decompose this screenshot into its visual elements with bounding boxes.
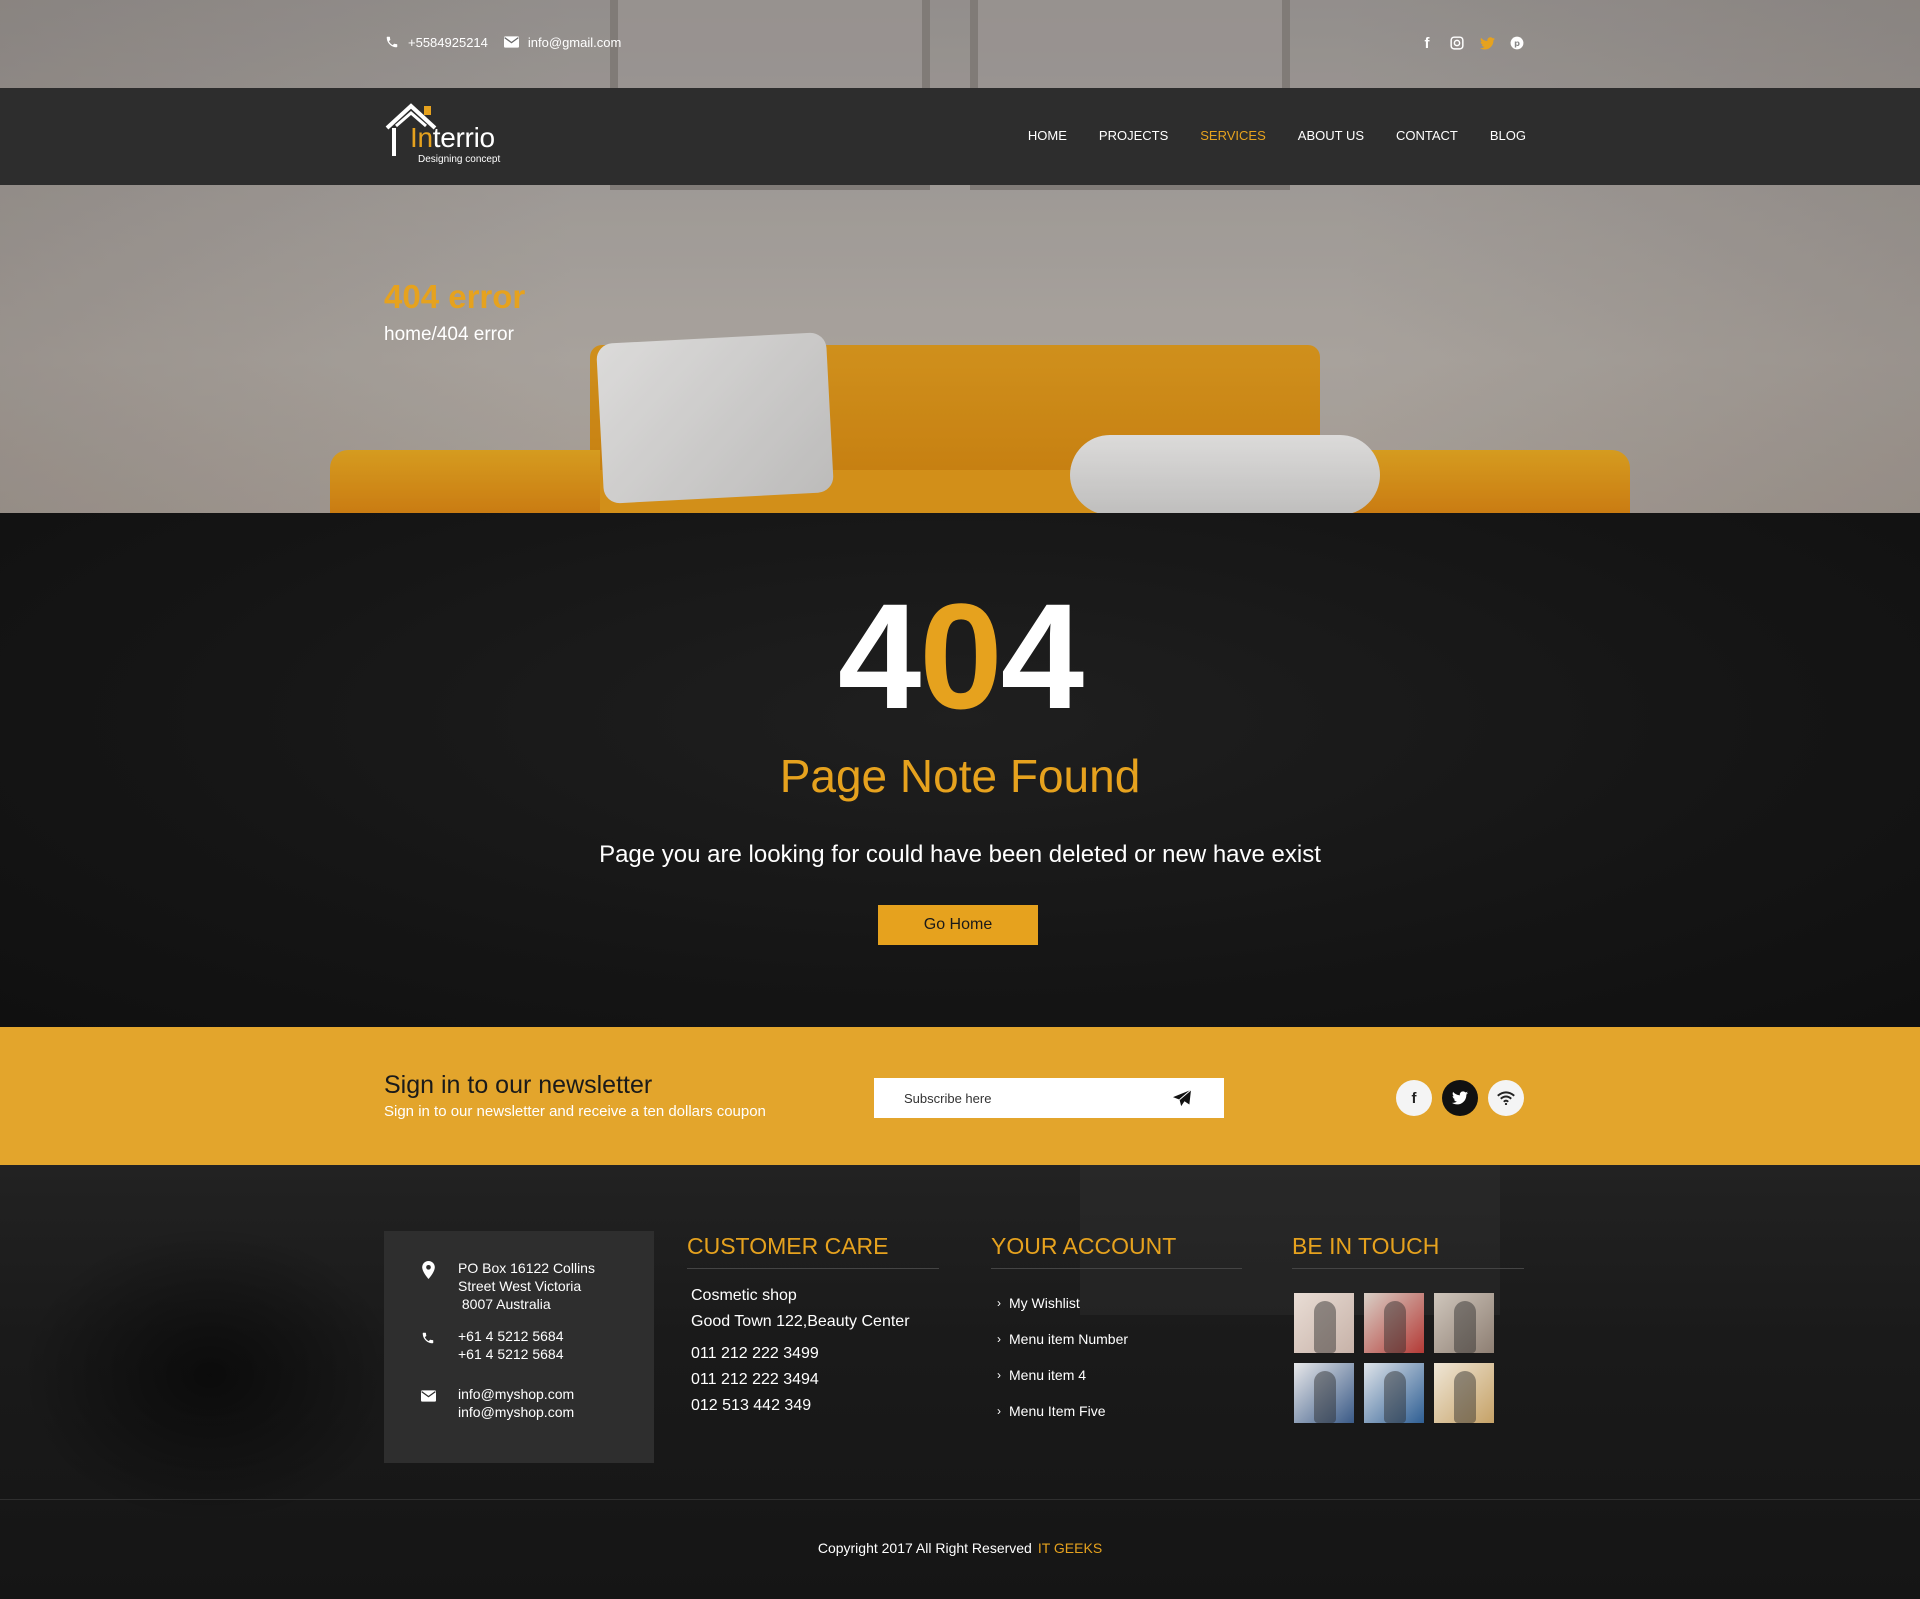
copyright-brand-link[interactable]: IT GEEKS	[1038, 1540, 1102, 1556]
email-row: info@myshop.com info@myshop.com	[420, 1385, 574, 1421]
page-heading: 404 error home/404 error	[384, 278, 525, 346]
address-line: PO Box 16122 Collins	[458, 1260, 595, 1276]
contact-info: +5584925214 info@gmail.com	[384, 34, 637, 50]
account-link[interactable]: › Menu item 4	[997, 1357, 1242, 1393]
footer-divider	[0, 1499, 1920, 1500]
page-title: 404 error	[384, 278, 526, 315]
address-line: Street West Victoria	[458, 1278, 582, 1294]
email-contact[interactable]: info@gmail.com	[504, 34, 621, 50]
photo-gallery	[1292, 1293, 1524, 1423]
gallery-thumbnail[interactable]	[1294, 1363, 1354, 1423]
error-message: Page you are looking for could have been…	[599, 841, 1321, 868]
newsletter-subtitle: Sign in to our newsletter and receive a …	[384, 1103, 766, 1120]
your-account-column: YOUR ACCOUNT › My Wishlist › Menu item Num…	[991, 1233, 1242, 1429]
subscribe-form	[874, 1078, 1224, 1118]
nav-projects[interactable]: PROJECTS	[1099, 128, 1168, 143]
wifi-icon[interactable]	[1488, 1080, 1524, 1116]
top-social-links: f p	[1418, 34, 1526, 52]
chevron-right-icon: ›	[997, 1404, 1001, 1418]
customer-care-phone: 011 212 222 3494	[691, 1371, 819, 1388]
be-in-touch-column: BE IN TOUCH	[1292, 1233, 1524, 1423]
phone-icon	[420, 1329, 436, 1347]
account-link[interactable]: › Menu Item Five	[997, 1393, 1242, 1429]
account-links: › My Wishlist › Menu item Number › Menu ite…	[991, 1285, 1242, 1429]
envelope-icon	[504, 34, 520, 50]
customer-care-line: Cosmetic shop	[691, 1287, 797, 1304]
address-line: 8007 Australia	[458, 1296, 551, 1312]
newsletter-social-links: f	[1396, 1080, 1524, 1116]
nav-home[interactable]: HOME	[1028, 128, 1067, 143]
account-link[interactable]: › Menu item Number	[997, 1321, 1242, 1357]
phone-row: +61 4 5212 5684 +61 4 5212 5684	[420, 1327, 564, 1363]
customer-care-phone: 012 513 442 349	[691, 1397, 812, 1414]
newsletter-section: Sign in to our newsletter Sign in to our…	[0, 1027, 1920, 1165]
envelope-icon	[420, 1387, 436, 1405]
copyright: Copyright 2017 All Right Reserved IT GEEK…	[0, 1540, 1920, 1556]
brand-name: Interrio	[410, 122, 495, 153]
gallery-thumbnail[interactable]	[1434, 1293, 1494, 1353]
gallery-thumbnail[interactable]	[1294, 1293, 1354, 1353]
newsletter-title: Sign in to our newsletter	[384, 1071, 653, 1099]
twitter-icon[interactable]	[1478, 34, 1496, 52]
hero-banner: +5584925214 info@gmail.com f p Interrio …	[0, 0, 1920, 513]
phone-contact[interactable]: +5584925214	[384, 34, 488, 50]
nav-services[interactable]: SERVICES	[1200, 128, 1266, 143]
phone-line: +61 4 5212 5684	[458, 1346, 564, 1362]
facebook-icon[interactable]: f	[1396, 1080, 1432, 1116]
chevron-right-icon: ›	[997, 1368, 1001, 1382]
primary-nav: HOME PROJECTS SERVICES ABOUT US CONTACT …	[1028, 128, 1526, 143]
nav-about-us[interactable]: ABOUT US	[1298, 128, 1364, 143]
nav-contact[interactable]: CONTACT	[1396, 128, 1458, 143]
breadcrumb: home/404 error	[384, 324, 514, 345]
gallery-thumbnail[interactable]	[1434, 1363, 1494, 1423]
be-in-touch-title: BE IN TOUCH	[1292, 1233, 1524, 1269]
contact-address-box: PO Box 16122 Collins Street West Victori…	[384, 1231, 654, 1463]
phone-number: +5584925214	[408, 34, 488, 50]
subscribe-input[interactable]	[874, 1078, 1160, 1118]
chevron-right-icon: ›	[997, 1296, 1001, 1310]
facebook-icon[interactable]: f	[1418, 34, 1436, 52]
copyright-text: Copyright 2017 All Right Reserved	[817, 1540, 1032, 1556]
pinterest-icon[interactable]: p	[1508, 34, 1526, 52]
site-logo[interactable]: Interrio Designing concept	[384, 102, 524, 172]
svg-text:p: p	[1514, 38, 1520, 48]
customer-care-line: Good Town 122,Beauty Center	[691, 1313, 910, 1330]
nav-blog[interactable]: BLOG	[1490, 128, 1526, 143]
customer-care-column: CUSTOMER CARE Cosmetic shop Good Town 12…	[687, 1233, 939, 1419]
twitter-icon[interactable]	[1442, 1080, 1478, 1116]
send-icon[interactable]	[1160, 1078, 1204, 1118]
error-section: 404 Page Note Found Page you are looking…	[0, 513, 1920, 1027]
location-pin-icon	[420, 1261, 436, 1279]
address-row: PO Box 16122 Collins Street West Victori…	[420, 1259, 595, 1313]
gallery-thumbnail[interactable]	[1364, 1293, 1424, 1353]
phone-icon	[384, 34, 400, 50]
error-code: 404	[837, 572, 1084, 740]
email-line[interactable]: info@myshop.com	[458, 1385, 574, 1403]
site-footer: PO Box 16122 Collins Street West Victori…	[0, 1165, 1920, 1599]
go-home-button[interactable]: Go Home	[878, 905, 1038, 945]
account-link[interactable]: › My Wishlist	[997, 1285, 1242, 1321]
error-heading: Page Note Found	[779, 750, 1141, 802]
customer-care-phone: 011 212 222 3499	[691, 1345, 819, 1362]
phone-line: +61 4 5212 5684	[458, 1328, 564, 1344]
gallery-thumbnail[interactable]	[1364, 1363, 1424, 1423]
customer-care-title: CUSTOMER CARE	[687, 1233, 939, 1269]
main-navbar: Interrio Designing concept HOME PROJECTS…	[0, 88, 1920, 185]
brand-tagline: Designing concept	[418, 154, 501, 165]
chevron-right-icon: ›	[997, 1332, 1001, 1346]
email-address: info@gmail.com	[527, 34, 622, 50]
top-contact-bar: +5584925214 info@gmail.com f p	[0, 0, 1920, 88]
your-account-title: YOUR ACCOUNT	[991, 1233, 1242, 1269]
instagram-icon[interactable]	[1448, 34, 1466, 52]
email-line[interactable]: info@myshop.com	[458, 1403, 574, 1421]
